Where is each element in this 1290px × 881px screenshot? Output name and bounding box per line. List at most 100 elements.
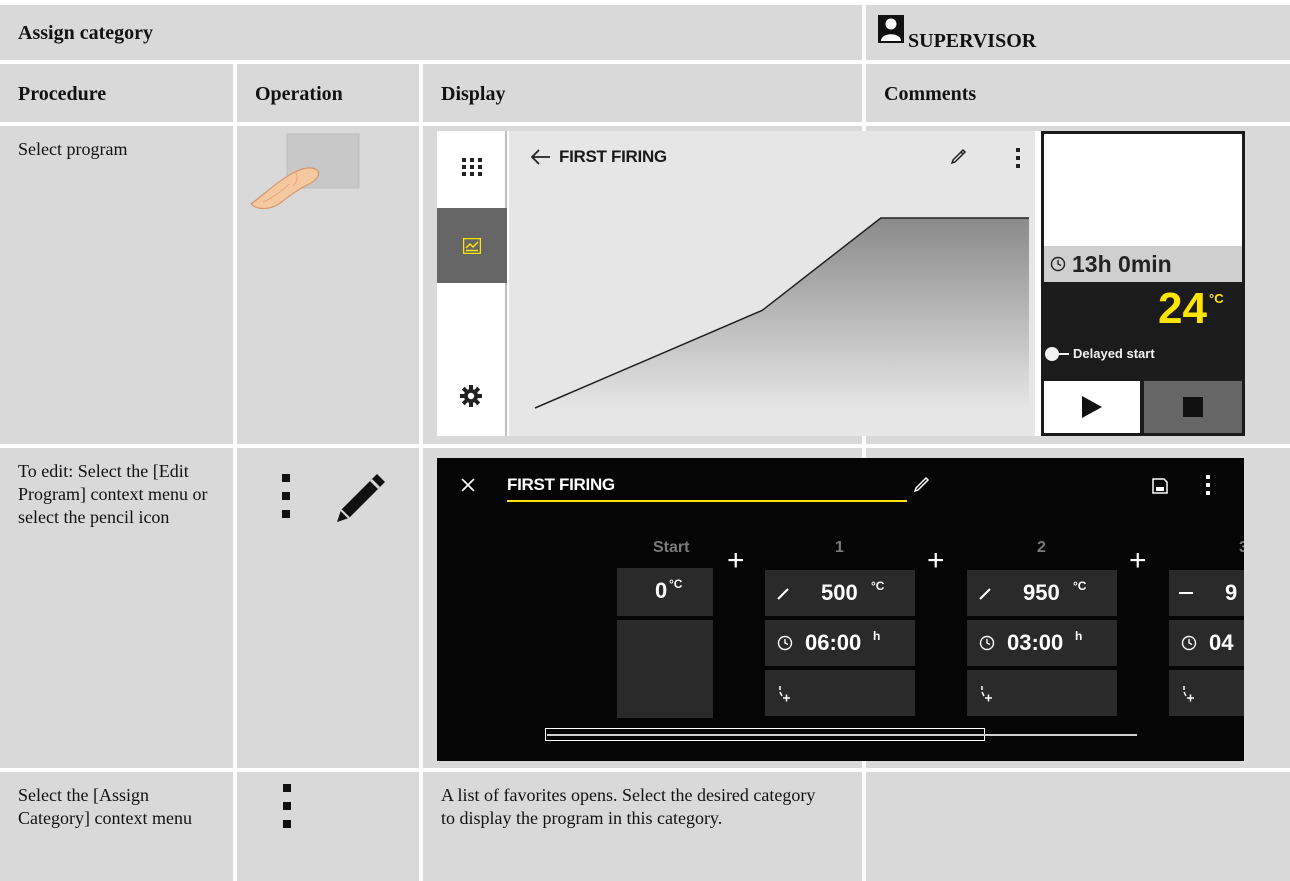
scroll-track (547, 734, 1137, 736)
add-segment-button[interactable]: + (727, 546, 745, 576)
segment-time-unit: h (1075, 629, 1083, 643)
segment-label: Start (653, 539, 690, 556)
col-header-label: Procedure (18, 83, 107, 105)
hold-icon (1179, 592, 1193, 594)
segment-time-value: 06:00 (805, 630, 862, 655)
exit-plus-icon (1183, 686, 1194, 702)
stop-button[interactable] (1144, 381, 1242, 433)
segment-temp-unit: °C (871, 579, 885, 593)
chart-panel: FIRST FIRING (509, 131, 1035, 436)
segment-1-temp[interactable]: 500 °C (765, 570, 915, 616)
segment-temp-unit: °C (1073, 579, 1087, 593)
operation-cell (237, 448, 419, 768)
comments-cell (866, 772, 1290, 881)
table-title: Assign category (18, 22, 153, 44)
segment-1-time[interactable]: 06:00 h (765, 620, 915, 666)
procedure-table: Assign category SUPERVISOR Procedure Ope… (0, 0, 1290, 881)
chart-icon (463, 238, 481, 254)
operation-cell (237, 126, 419, 444)
program-name-field[interactable]: FIRST FIRING (507, 475, 615, 495)
segment-1-exit[interactable] (765, 670, 915, 716)
pencil-icon (337, 474, 385, 522)
profile-area (535, 218, 1029, 410)
ramp-up-icon (777, 588, 789, 600)
close-icon[interactable] (461, 478, 475, 492)
ramp-up-icon (979, 588, 991, 600)
display-text: A list of favorites opens. Select the de… (441, 785, 816, 828)
col-header-display: Display (423, 64, 862, 122)
segment-time-value: 03:00 (1007, 630, 1064, 655)
finger-tap-icon (250, 133, 360, 210)
segment-temp-value: 9 (1225, 580, 1238, 605)
delayed-start-toggle[interactable]: Delayed start (1045, 346, 1235, 362)
start-empty-box (617, 620, 713, 718)
firing-profile-chart (534, 217, 1029, 410)
procedure-text: Select program (18, 139, 128, 159)
clock-icon (1181, 635, 1197, 651)
clock-icon (979, 635, 995, 651)
col-header-label: Display (441, 83, 506, 105)
segment-label: 2 (1037, 539, 1046, 556)
segment-temp-value: 950 (1023, 580, 1060, 605)
preview-box (1044, 134, 1242, 246)
start-temp-value: 0 (655, 578, 668, 603)
operation-cell (237, 772, 419, 881)
clock-icon (1050, 256, 1066, 272)
edit-screen: FIRST FIRING Start 0 °C + + + 1 500 °C 0… (437, 458, 1244, 761)
segment-label: 3 (1239, 539, 1244, 556)
exit-plus-icon (779, 686, 790, 702)
delayed-start-label: Delayed start (1073, 346, 1155, 361)
exit-plus-icon (981, 686, 992, 702)
procedure-text: To edit: Select the [Edit Program] conte… (18, 461, 208, 527)
procedure-text: Select the [Assign Category] context men… (18, 785, 192, 828)
role-label: SUPERVISOR (908, 30, 1037, 52)
sidebar (437, 131, 507, 436)
col-header-label: Comments (884, 83, 977, 105)
pencil-icon[interactable] (912, 476, 930, 494)
procedure-cell: Select program (0, 126, 233, 444)
user-icon (878, 15, 904, 43)
save-icon[interactable] (1152, 478, 1168, 494)
segment-temp-value: 500 (821, 580, 858, 605)
clock-icon (777, 635, 793, 651)
toggle-knob (1045, 347, 1059, 361)
stop-icon (1183, 397, 1203, 417)
start-temp-box[interactable]: 0 °C (617, 568, 713, 616)
temperature-unit: °C (1209, 291, 1224, 306)
segment-3-time[interactable]: 04 (1169, 620, 1244, 666)
program-screen: FIRST FIRING 13h 0min 24 °C Delayed star… (437, 131, 1245, 436)
segment-3-exit[interactable] (1169, 670, 1244, 716)
segment-2-temp[interactable]: 950 °C (967, 570, 1117, 616)
col-header-operation: Operation (237, 64, 419, 122)
segment-label: 1 (835, 539, 844, 556)
name-underline (507, 500, 907, 502)
segment-time-value: 04 (1209, 630, 1234, 655)
add-segment-button[interactable]: + (1129, 546, 1147, 576)
col-header-comments: Comments (866, 64, 1290, 122)
apps-grid-icon[interactable] (462, 158, 482, 176)
procedure-cell: To edit: Select the [Edit Program] conte… (0, 448, 233, 768)
role-cell: SUPERVISOR (866, 5, 1290, 60)
display-cell: A list of favorites opens. Select the de… (423, 772, 862, 881)
play-button[interactable] (1044, 381, 1140, 433)
more-vert-icon (282, 474, 290, 518)
gear-icon[interactable] (460, 385, 482, 407)
play-icon (1082, 396, 1102, 418)
segment-3-temp[interactable]: 9 (1169, 570, 1244, 616)
add-segment-button[interactable]: + (927, 546, 945, 576)
duration-bar: 13h 0min (1044, 246, 1242, 282)
more-vert-icon (283, 784, 291, 828)
segment-2-time[interactable]: 03:00 h (967, 620, 1117, 666)
table-title-cell: Assign category (0, 5, 862, 60)
toggle-track (1059, 353, 1069, 355)
procedure-cell: Select the [Assign Category] context men… (0, 772, 233, 881)
segment-2-exit[interactable] (967, 670, 1117, 716)
start-temp-unit: °C (669, 577, 683, 591)
segment-time-unit: h (873, 629, 881, 643)
col-header-label: Operation (255, 83, 343, 105)
more-vert-icon[interactable] (1205, 475, 1211, 495)
temperature-value: 24 (1158, 284, 1207, 333)
sidebar-item-chart[interactable] (437, 208, 507, 283)
duration-text: 13h 0min (1072, 251, 1172, 277)
status-panel: 13h 0min 24 °C Delayed start (1041, 131, 1245, 436)
